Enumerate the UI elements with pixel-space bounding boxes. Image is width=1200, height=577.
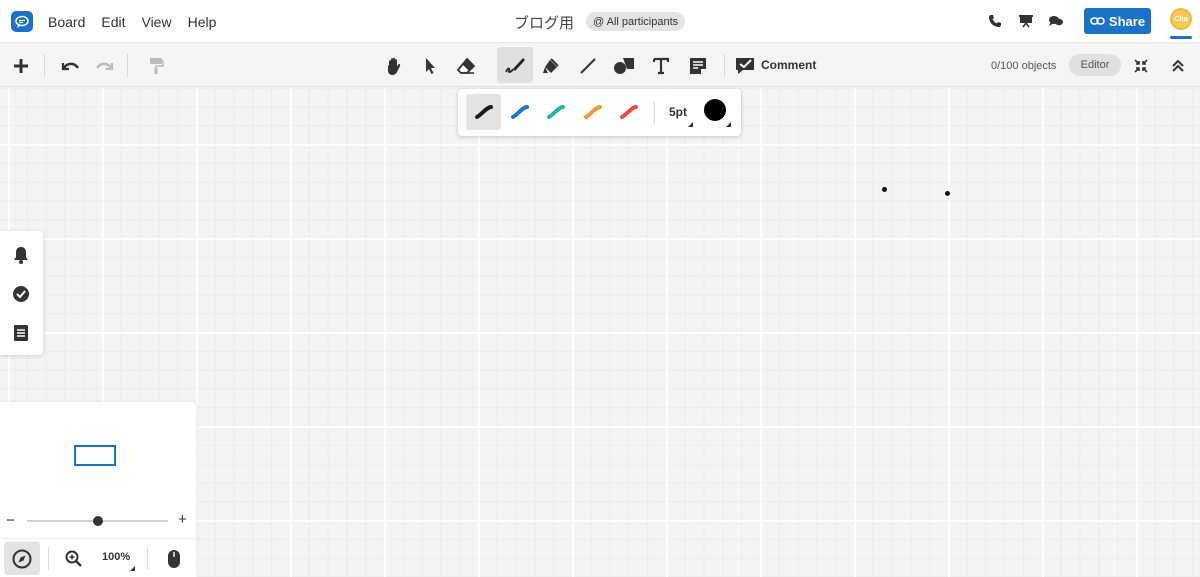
menu-help[interactable]: Help: [188, 14, 217, 30]
shapes-icon[interactable]: [606, 44, 642, 87]
zoom-in-button[interactable]: +: [178, 511, 187, 528]
zoom-magnifier-icon[interactable]: [56, 539, 92, 577]
size-dropdown-indicator: [688, 122, 693, 127]
avatar-indicator: [1170, 36, 1192, 39]
pen-color-orange[interactable]: [575, 94, 610, 130]
zoom-dropdown-indicator: [130, 566, 135, 571]
canvas-dot[interactable]: [882, 187, 887, 192]
board-title[interactable]: ブログ用: [514, 12, 574, 33]
menubar: Board Edit View Help ブログ用 @ All particip…: [0, 0, 1200, 43]
pen-color-black[interactable]: [466, 94, 501, 130]
compass-icon[interactable]: [4, 542, 40, 575]
canvas-dot[interactable]: [945, 191, 950, 196]
pen-swatch-1: [510, 105, 529, 119]
fullscreen-icon[interactable]: [1123, 44, 1159, 87]
pen-color-teal[interactable]: [538, 94, 573, 130]
pen-swatch-0: [474, 105, 493, 119]
footer-divider: [48, 547, 49, 570]
collapse-toolbar-icon[interactable]: [1160, 44, 1196, 87]
share-label: Share: [1108, 13, 1146, 29]
toolbar-divider: [44, 54, 45, 77]
zoom-out-button[interactable]: −: [6, 512, 15, 529]
add-icon[interactable]: [3, 44, 39, 87]
line-icon[interactable]: [570, 44, 606, 87]
phone-icon[interactable]: [988, 12, 1002, 32]
toolbar-divider: [127, 54, 128, 77]
pen-swatch-2: [546, 105, 565, 119]
highlighter-icon[interactable]: [534, 44, 570, 87]
editor-role-badge[interactable]: Editor: [1069, 54, 1121, 76]
menu-edit[interactable]: Edit: [101, 14, 125, 30]
footer-divider: [147, 547, 148, 570]
eraser-icon[interactable]: [448, 44, 484, 87]
avatar-text: Cha: [1174, 15, 1188, 23]
menu-view[interactable]: View: [141, 14, 171, 30]
comment-button[interactable]: Comment: [761, 58, 816, 72]
chat-icon[interactable]: [1048, 12, 1064, 32]
list-icon[interactable]: [11, 323, 31, 343]
pen-color-red[interactable]: [611, 94, 646, 130]
app-logo-icon[interactable]: [11, 11, 33, 32]
mouse-icon[interactable]: [156, 539, 192, 577]
bell-icon[interactable]: [11, 245, 31, 265]
participants-badge[interactable]: @ All participants: [586, 12, 686, 31]
objects-count: 0/100 objects: [991, 60, 1057, 72]
minimap-footer: 100%: [0, 538, 196, 577]
format-painter-icon[interactable]: [138, 44, 174, 87]
color-dropdown-indicator: [726, 122, 731, 127]
pen-current-color[interactable]: [704, 99, 726, 121]
pen-swatch-3: [583, 105, 602, 119]
text-icon[interactable]: [643, 44, 679, 87]
toolbar: Comment 0/100 objects Editor: [0, 44, 1200, 87]
toolbar-divider: [724, 54, 725, 77]
zoom-slider-thumb[interactable]: [92, 516, 103, 526]
minimap-panel: − + 100%: [0, 402, 196, 577]
sticky-note-icon[interactable]: [680, 44, 716, 87]
share-button[interactable]: Share: [1084, 8, 1151, 34]
main-menu: Board Edit View Help: [48, 0, 232, 43]
pen-options-popup: 5pt: [458, 89, 741, 136]
pen-swatch-4: [619, 105, 638, 119]
presentation-icon[interactable]: [1018, 12, 1034, 32]
redo-icon[interactable]: [87, 44, 123, 87]
pen-tool-icon[interactable]: [497, 47, 533, 83]
zoom-percentage[interactable]: 100%: [102, 551, 130, 563]
pen-color-blue[interactable]: [502, 94, 537, 130]
avatar[interactable]: Cha: [1170, 8, 1192, 30]
hand-icon[interactable]: [376, 44, 412, 87]
minimap-viewport[interactable]: [74, 445, 116, 466]
check-circle-icon[interactable]: [11, 284, 31, 304]
comment-icon[interactable]: [727, 44, 763, 87]
side-panel: [0, 231, 43, 355]
link-icon: [1090, 17, 1105, 25]
menu-board[interactable]: Board: [48, 14, 85, 30]
popup-divider: [654, 101, 655, 124]
pen-size-selector[interactable]: 5pt: [669, 105, 687, 119]
pointer-icon[interactable]: [412, 44, 448, 87]
undo-icon[interactable]: [52, 44, 88, 87]
